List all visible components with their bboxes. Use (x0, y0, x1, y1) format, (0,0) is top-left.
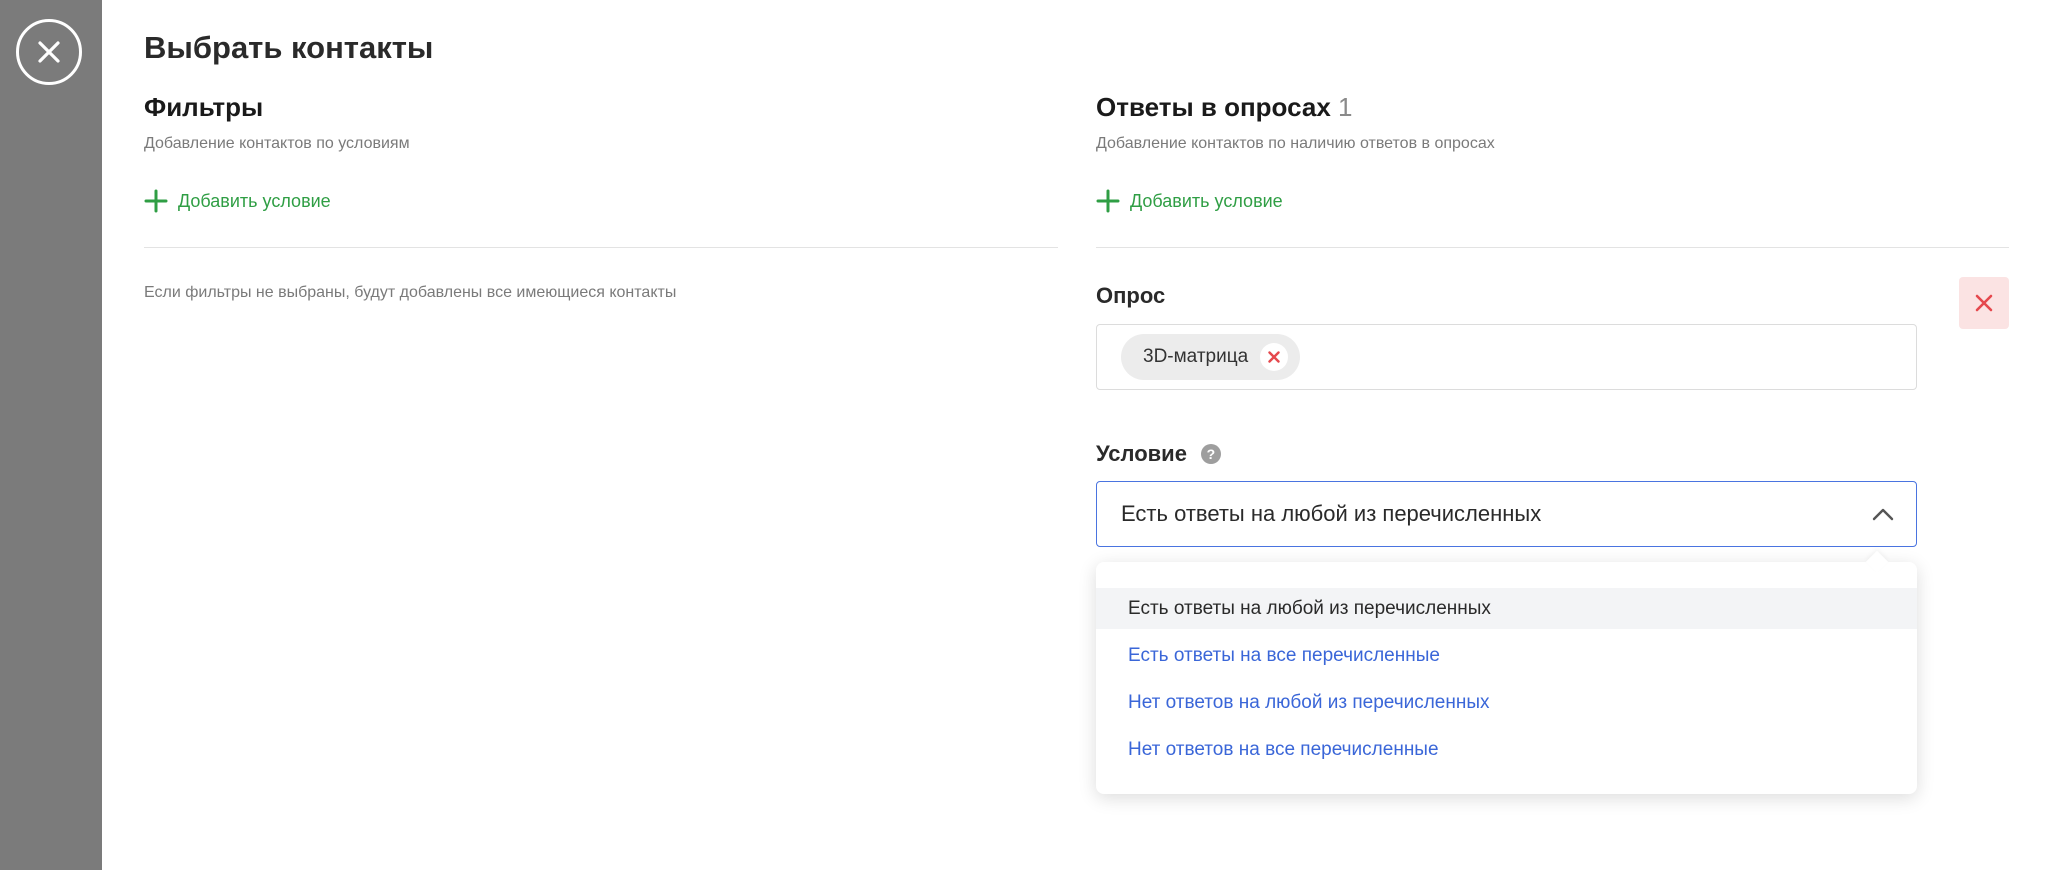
survey-answers-title-text: Ответы в опросах (1096, 92, 1331, 122)
condition-option[interactable]: Нет ответов на все перечисленные (1096, 729, 1917, 770)
survey-field-label: Опрос (1096, 283, 1165, 309)
survey-answers-count: 1 (1338, 92, 1353, 122)
filters-note: Если фильтры не выбраны, будут добавлены… (144, 284, 677, 301)
contacts-panel: Выбрать контакты Фильтры Добавление конт… (102, 0, 2048, 870)
overlay-backdrop[interactable] (0, 0, 102, 870)
x-icon (1975, 294, 1993, 312)
filters-add-condition-label: Добавить условие (178, 190, 331, 211)
remove-condition-button[interactable] (1959, 277, 2009, 329)
survey-chip-label: 3D-матрица (1143, 346, 1249, 367)
survey-divider (1096, 247, 2009, 248)
plus-icon (1096, 189, 1120, 213)
close-icon (38, 41, 60, 63)
filters-description: Добавление контактов по условиям (144, 135, 410, 152)
survey-select[interactable]: 3D-матрица (1096, 324, 1917, 390)
condition-option[interactable]: Нет ответов на любой из перечисленных (1096, 682, 1917, 723)
survey-answers-description: Добавление контактов по наличию ответов … (1096, 135, 1495, 152)
chevron-up-icon (1872, 508, 1894, 521)
plus-icon (144, 189, 168, 213)
filters-title-text: Фильтры (144, 92, 264, 122)
survey-chip: 3D-матрица (1121, 334, 1301, 380)
x-icon (1268, 351, 1280, 363)
condition-select[interactable]: Есть ответы на любой из перечисленных (1096, 481, 1917, 547)
close-panel-button[interactable] (16, 19, 82, 85)
condition-select-value: Есть ответы на любой из перечисленных (1121, 501, 1542, 526)
filters-title: Фильтры (144, 92, 263, 123)
filters-divider (144, 247, 1058, 248)
survey-add-condition-label: Добавить условие (1130, 190, 1283, 211)
condition-dropdown: Есть ответы на любой из перечисленных Ес… (1096, 562, 1917, 794)
survey-chip-remove-button[interactable] (1260, 343, 1289, 371)
survey-add-condition-button[interactable]: Добавить условие (1096, 188, 1283, 214)
filters-add-condition-button[interactable]: Добавить условие (144, 188, 331, 214)
question-icon[interactable]: ? (1200, 444, 1221, 464)
condition-option[interactable]: Есть ответы на все перечисленные (1096, 635, 1917, 676)
condition-field-label-text: Условие (1096, 441, 1187, 466)
survey-field-label-text: Опрос (1096, 283, 1166, 308)
condition-option[interactable]: Есть ответы на любой из перечисленных (1096, 588, 1917, 629)
condition-field-label: Условие ? (1096, 441, 1221, 467)
survey-answers-title: Ответы в опросах 1 (1096, 92, 1353, 123)
page-title: Выбрать контакты (144, 30, 434, 65)
